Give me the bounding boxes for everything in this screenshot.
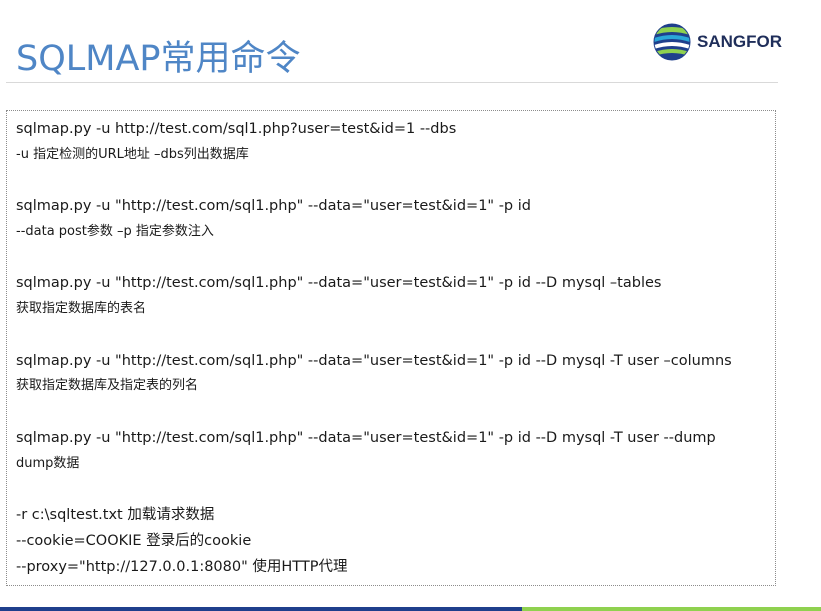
title-divider xyxy=(6,82,778,83)
command-line: sqlmap.py -u http://test.com/sql1.php?us… xyxy=(16,121,457,137)
sangfor-globe-icon xyxy=(653,23,691,61)
footer-bar-left xyxy=(0,607,522,611)
page-title: SQLMAP常用命令 xyxy=(16,39,301,79)
description-line: -u 指定检测的URL地址 –dbs列出数据库 xyxy=(16,147,249,162)
command-box: sqlmap.py -u http://test.com/sql1.php?us… xyxy=(6,110,776,586)
logo-text: SANGFOR xyxy=(697,32,782,51)
description-line: --data post参数 –p 指定参数注入 xyxy=(16,224,214,239)
sangfor-logo: SANGFOR xyxy=(652,20,792,64)
command-line: sqlmap.py -u "http://test.com/sql1.php" … xyxy=(16,353,732,369)
description-line: 获取指定数据库的表名 xyxy=(16,301,147,316)
command-line: sqlmap.py -u "http://test.com/sql1.php" … xyxy=(16,198,531,214)
description-line: dump数据 xyxy=(16,456,80,471)
command-line: sqlmap.py -u "http://test.com/sql1.php" … xyxy=(16,430,716,446)
command-line: sqlmap.py -u "http://test.com/sql1.php" … xyxy=(16,275,662,291)
option-line: --cookie=COOKIE 登录后的cookie xyxy=(16,533,252,549)
option-line: --proxy="http://127.0.0.1:8080" 使用HTTP代理 xyxy=(16,559,348,575)
option-line: -r c:\sqltest.txt 加载请求数据 xyxy=(16,507,215,523)
footer-bar-right xyxy=(522,607,821,611)
description-line: 获取指定数据库及指定表的列名 xyxy=(16,378,199,393)
